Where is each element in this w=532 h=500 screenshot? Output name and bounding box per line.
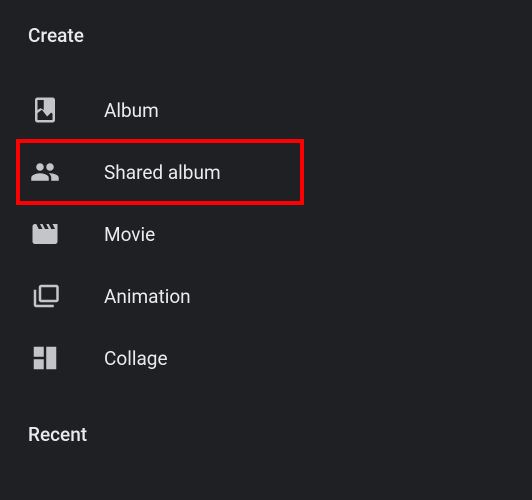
menu-item-animation[interactable]: Animation <box>26 265 532 327</box>
album-icon <box>26 95 104 125</box>
collage-icon <box>26 343 104 373</box>
animation-icon <box>26 281 104 311</box>
menu-item-label: Album <box>104 99 159 122</box>
movie-icon <box>26 219 104 249</box>
create-section-header: Create <box>26 24 532 47</box>
menu-item-album[interactable]: Album <box>26 79 532 141</box>
people-icon <box>26 157 104 187</box>
menu-item-collage[interactable]: Collage <box>26 327 532 389</box>
menu-item-label: Animation <box>104 285 191 308</box>
recent-section-header: Recent <box>26 423 532 446</box>
menu-item-movie[interactable]: Movie <box>26 203 532 265</box>
menu-item-label: Collage <box>104 347 168 370</box>
menu-item-shared-album[interactable]: Shared album <box>26 141 532 203</box>
menu-item-label: Shared album <box>104 161 221 184</box>
menu-item-label: Movie <box>104 223 155 246</box>
